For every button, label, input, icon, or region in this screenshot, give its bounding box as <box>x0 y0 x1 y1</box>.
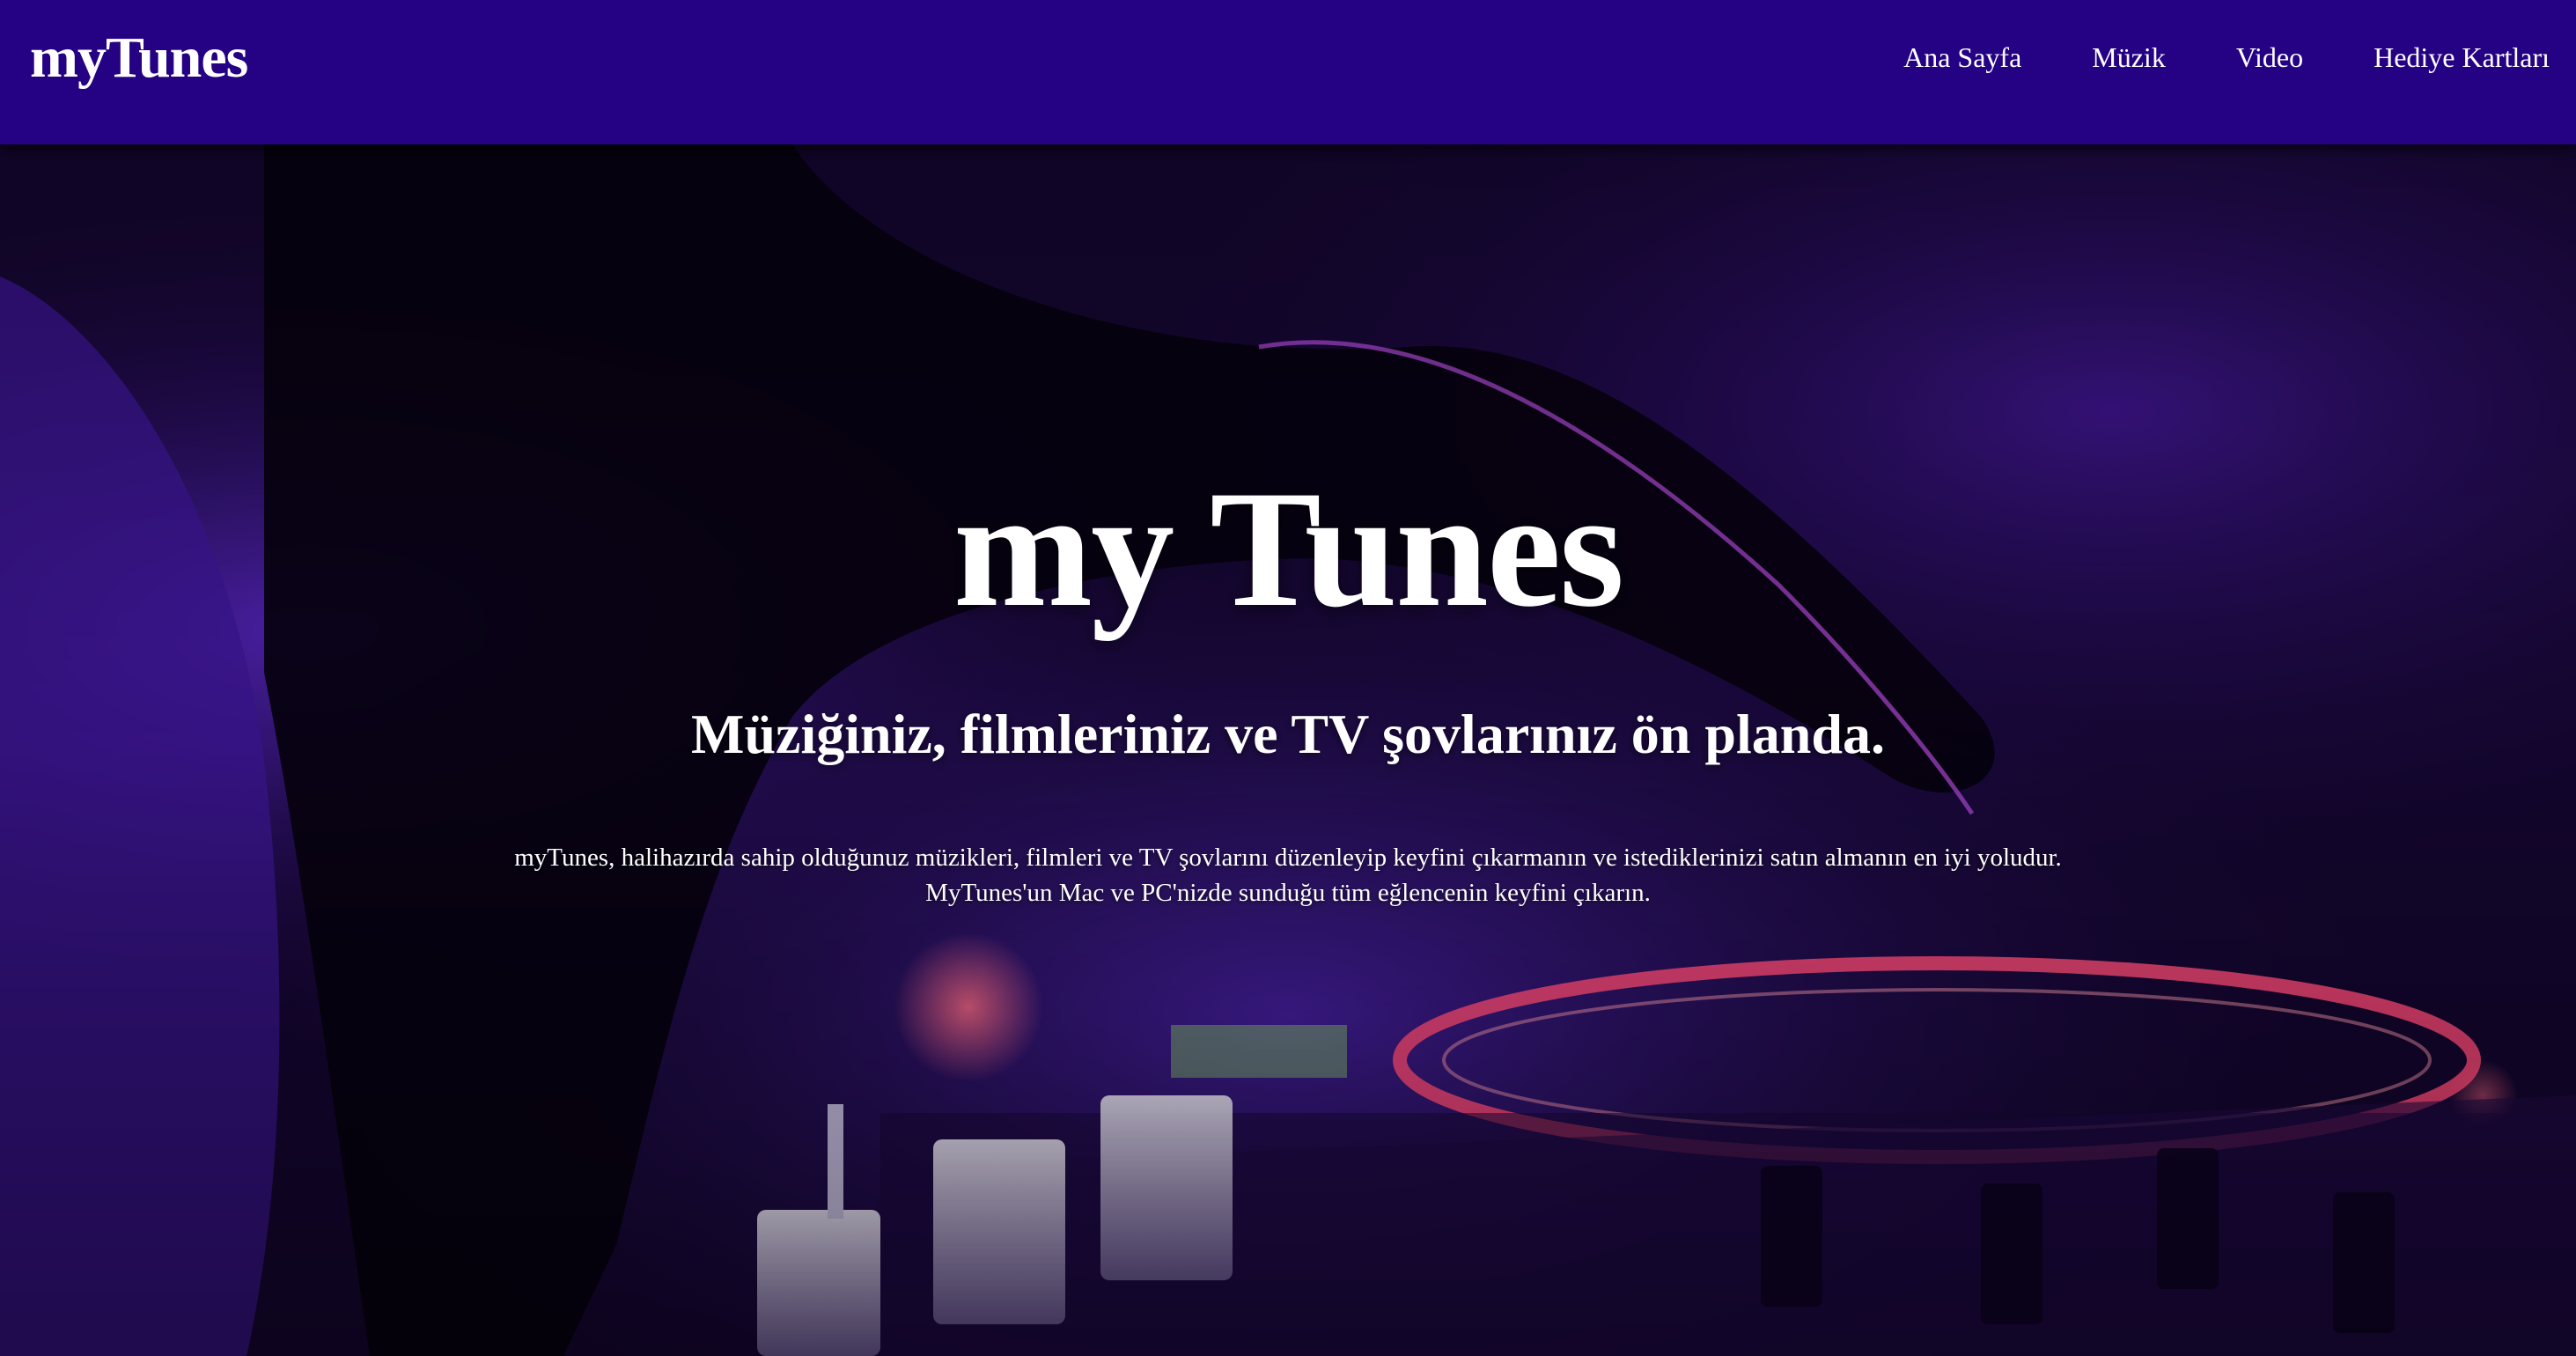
hero-section: my Tunes Müziğiniz, filmleriniz ve TV şo… <box>0 144 2576 1356</box>
nav-item-video: Video <box>2236 35 2303 79</box>
nav-item-home: Ana Sayfa <box>1903 35 2021 79</box>
brand-logo[interactable]: myTunes <box>30 26 248 90</box>
hero-content: my Tunes Müziğiniz, filmleriniz ve TV şo… <box>0 144 2576 1356</box>
nav-item-gift-cards: Hediye Kartları <box>2374 35 2550 79</box>
hero-title: my Tunes <box>953 457 1624 642</box>
nav-link-music[interactable]: Müzik <box>2092 41 2166 73</box>
nav-link-home[interactable]: Ana Sayfa <box>1903 41 2021 73</box>
nav-item-music: Müzik <box>2092 35 2166 79</box>
nav-link-video[interactable]: Video <box>2236 41 2303 73</box>
navbar: myTunes Ana Sayfa Müzik Video Hediye Kar… <box>0 0 2576 144</box>
nav-link-gift-cards[interactable]: Hediye Kartları <box>2374 41 2550 73</box>
hero-description: myTunes, halihazırda sahip olduğunuz müz… <box>514 844 2062 907</box>
hero-tagline: Müziğiniz, filmleriniz ve TV şovlarınız … <box>691 703 1885 765</box>
nav-menu: Ana Sayfa Müzik Video Hediye Kartları <box>1903 35 2550 79</box>
